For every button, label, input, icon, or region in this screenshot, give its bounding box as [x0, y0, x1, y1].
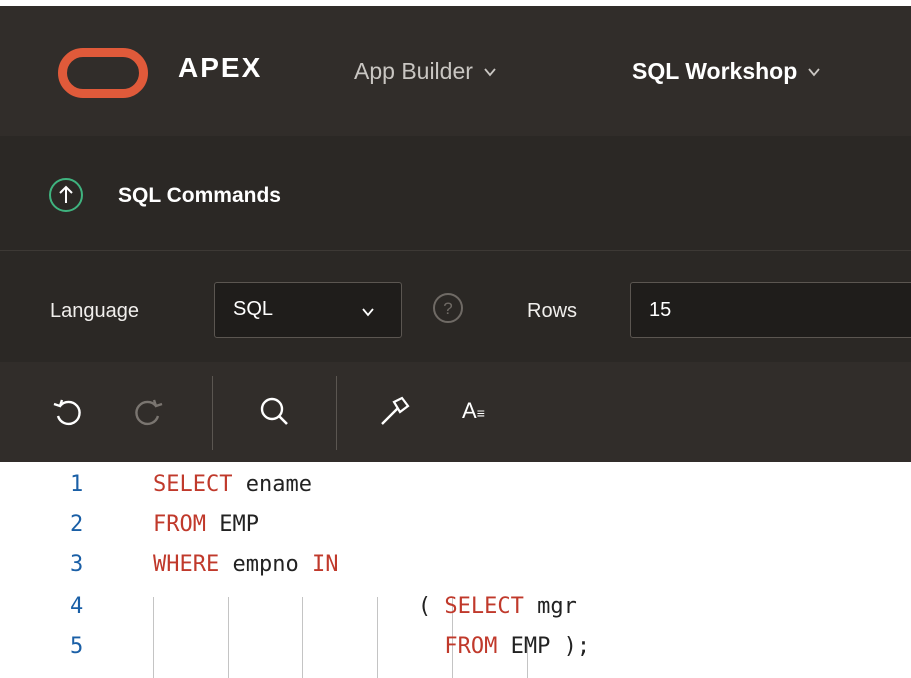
line-number: 3	[70, 552, 84, 577]
code-text: FROM EMP	[153, 512, 259, 537]
rows-label: Rows	[527, 300, 578, 322]
code-text: SELECT ename	[153, 472, 312, 497]
line-number: 5	[70, 634, 84, 659]
nav-app-builder-label: App Builder	[354, 58, 473, 84]
code-line[interactable]: 4 ( SELECT mgr	[0, 594, 911, 626]
line-number: 1	[70, 472, 84, 497]
sql-token: empno	[219, 552, 312, 577]
sql-keyword: IN	[311, 552, 339, 577]
language-label: Language	[50, 300, 139, 322]
sql-keyword: SELECT	[153, 472, 233, 497]
sql-token: (	[153, 594, 445, 619]
svg-text:?: ?	[443, 299, 452, 318]
sql-token: EMP );	[497, 634, 591, 659]
sql-token: EMP	[205, 512, 259, 537]
code-line[interactable]: 2 FROM EMP	[0, 512, 911, 544]
format-lines-glyph: ≡	[476, 405, 485, 421]
page-title: SQL Commands	[118, 184, 281, 207]
app-brand[interactable]: APEX	[178, 52, 262, 84]
chevron-down-icon	[808, 67, 820, 76]
sql-code-editor[interactable]: 1 SELECT ename 2 FROM EMP 3 WHERE empno IN 4 (…	[0, 462, 911, 678]
text-format-icon[interactable]: A≡	[462, 398, 485, 424]
sql-keyword: FROM	[153, 512, 206, 537]
rows-input[interactable]	[630, 282, 911, 338]
sql-keyword: FROM	[444, 634, 498, 659]
search-icon[interactable]	[254, 392, 294, 432]
toolbar-divider	[336, 376, 337, 450]
oracle-logo-icon[interactable]	[58, 48, 148, 98]
sql-keyword: WHERE	[153, 552, 220, 577]
sql-token: mgr	[523, 594, 577, 619]
nav-sql-workshop-label: SQL Workshop	[632, 58, 798, 84]
code-line[interactable]: 3 WHERE empno IN	[0, 552, 911, 584]
text-format-label: A	[462, 398, 477, 423]
code-text: ( SELECT mgr	[153, 594, 577, 619]
nav-sql-workshop[interactable]: SQL Workshop	[632, 58, 821, 85]
line-number: 4	[70, 594, 84, 619]
hammer-icon[interactable]	[374, 392, 414, 432]
help-icon[interactable]: ?	[430, 290, 466, 326]
language-select-value: SQL	[233, 298, 274, 320]
code-text: WHERE empno IN	[153, 552, 338, 577]
sql-token: ename	[232, 472, 312, 497]
sql-keyword: SELECT	[444, 594, 524, 619]
nav-app-builder[interactable]: App Builder	[354, 58, 497, 85]
undo-icon[interactable]	[48, 392, 88, 432]
line-number: 2	[70, 512, 84, 537]
code-line[interactable]: 5 FROM EMP );	[0, 634, 911, 666]
chevron-down-icon	[362, 308, 374, 317]
redo-icon[interactable]	[128, 392, 168, 432]
toolbar-divider	[212, 376, 213, 450]
up-arrow-circle-icon[interactable]	[48, 177, 84, 213]
code-text: FROM EMP );	[153, 634, 590, 659]
code-line[interactable]: 1 SELECT ename	[0, 472, 911, 504]
chevron-down-icon	[484, 67, 496, 76]
